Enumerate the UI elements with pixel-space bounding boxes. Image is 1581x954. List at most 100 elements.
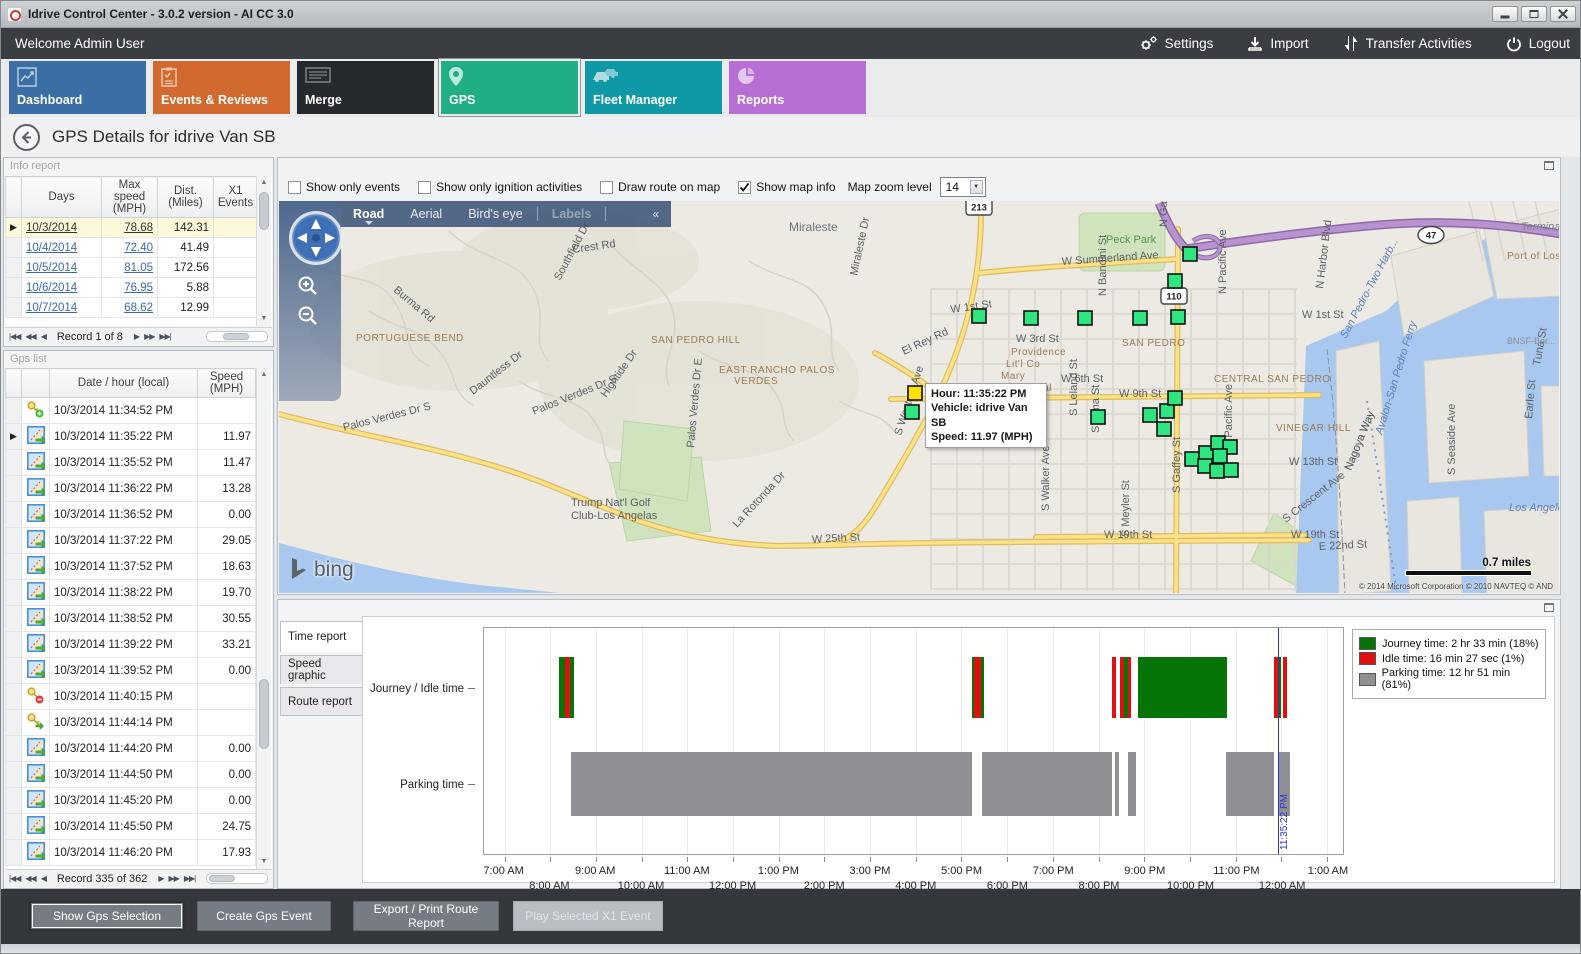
- table-row[interactable]: 10/4/201472.4041.49: [6, 238, 258, 258]
- maximize-button[interactable]: [1521, 6, 1547, 22]
- gps-marker[interactable]: [1160, 404, 1174, 418]
- map-zoom-out-button[interactable]: [293, 301, 323, 331]
- table-row[interactable]: 10/3/2014 11:38:22 PM19.70: [6, 580, 256, 606]
- table-row[interactable]: 10/3/2014 11:37:52 PM18.63: [6, 554, 256, 580]
- gps-marker[interactable]: [1168, 391, 1182, 405]
- topbar-action-settings[interactable]: Settings: [1139, 35, 1214, 52]
- topbar-action-import[interactable]: Import: [1247, 36, 1308, 52]
- days-link[interactable]: 10/4/2014: [26, 242, 77, 254]
- table-row[interactable]: 10/3/2014 11:46:20 PM17.93: [6, 840, 256, 866]
- scroll-up-icon[interactable]: ▲: [257, 176, 271, 190]
- chart-tab-time-report[interactable]: Time report: [280, 621, 365, 652]
- table-row[interactable]: 10/3/2014 11:34:52 PM: [6, 398, 256, 424]
- panel-collapse-icon[interactable]: [1544, 603, 1554, 612]
- max-speed-link[interactable]: 78.68: [124, 222, 153, 234]
- max-speed-link[interactable]: 81.05: [124, 262, 153, 274]
- map-style-aerial[interactable]: Aerial: [410, 207, 442, 221]
- checkbox-draw-route-on-map[interactable]: Draw route on map: [600, 180, 720, 194]
- days-cell[interactable]: 10/7/2014: [22, 298, 102, 318]
- column-header-speed-mph-[interactable]: Speed (MPH): [198, 369, 256, 398]
- table-row[interactable]: 10/6/201476.955.88: [6, 278, 258, 298]
- map-zoom-level-select[interactable]: 14▼: [940, 177, 986, 197]
- tab-dashboard[interactable]: Dashboard: [9, 61, 146, 114]
- days-cell[interactable]: 10/4/2014: [22, 238, 102, 258]
- pager-h-scrollbar[interactable]: [206, 331, 268, 342]
- max-speed-link[interactable]: 72.40: [124, 242, 153, 254]
- table-row[interactable]: 10/3/2014 11:45:50 PM24.75: [6, 814, 256, 840]
- max-speed-cell[interactable]: 68.62: [102, 298, 158, 318]
- pager-first-icon[interactable]: |◀◀: [9, 332, 20, 341]
- gps-marker[interactable]: [1168, 274, 1182, 288]
- table-row[interactable]: ▶10/3/201478.68142.31: [6, 218, 258, 238]
- tab-merge[interactable]: Merge: [297, 61, 434, 114]
- days-cell[interactable]: 10/6/2014: [22, 278, 102, 298]
- pager-next-page-icon[interactable]: ▶▶: [144, 332, 154, 341]
- button-show-gps-selection[interactable]: Show Gps Selection: [29, 901, 185, 931]
- table-row[interactable]: 10/3/2014 11:44:14 PM: [6, 710, 256, 736]
- close-button[interactable]: [1550, 6, 1576, 22]
- gps-marker[interactable]: [1224, 463, 1238, 477]
- pager-prev-page-icon[interactable]: ◀◀: [25, 332, 35, 341]
- table-row[interactable]: 10/3/2014 11:36:52 PM0.00: [6, 502, 256, 528]
- pager-next-icon[interactable]: ▶: [134, 332, 139, 341]
- checkbox-show-map-info[interactable]: Show map info: [738, 180, 835, 194]
- table-row[interactable]: 10/7/201468.6212.99: [6, 298, 258, 318]
- days-cell[interactable]: 10/5/2014: [22, 258, 102, 278]
- button-create-gps-event[interactable]: Create Gps Event: [197, 901, 331, 931]
- pager-first-icon[interactable]: |◀◀: [9, 874, 20, 883]
- days-link[interactable]: 10/6/2014: [26, 282, 77, 294]
- table-row[interactable]: 10/3/2014 11:37:22 PM29.05: [6, 528, 256, 554]
- max-speed-link[interactable]: 68.62: [124, 302, 153, 314]
- back-button[interactable]: [13, 124, 40, 151]
- chevron-down-icon[interactable]: ▼: [970, 180, 983, 194]
- max-speed-link[interactable]: 76.95: [124, 282, 153, 294]
- pager-last-icon[interactable]: ▶▶|: [159, 332, 170, 341]
- selected-gps-marker[interactable]: [908, 386, 922, 400]
- tab-reports[interactable]: Reports: [729, 61, 866, 114]
- table-row[interactable]: 10/5/201481.05172.56: [6, 258, 258, 278]
- pager-prev-icon[interactable]: ◀: [41, 874, 46, 883]
- checkbox-box-icon[interactable]: [600, 181, 613, 194]
- tab-gps[interactable]: GPS: [441, 61, 578, 114]
- checkbox-box-icon[interactable]: [418, 181, 431, 194]
- checkbox-show-only-ignition-activities[interactable]: Show only ignition activities: [418, 180, 582, 194]
- info-report-scrollbar[interactable]: ▲ ▼: [256, 176, 271, 326]
- max-speed-cell[interactable]: 78.68: [102, 218, 158, 238]
- panel-collapse-icon[interactable]: [1544, 161, 1554, 170]
- chart-plot-area[interactable]: 11:35:22 PM: [483, 627, 1344, 855]
- days-cell[interactable]: 10/3/2014: [22, 218, 102, 238]
- gps-marker[interactable]: [1185, 452, 1199, 466]
- pager-next-icon[interactable]: ▶: [158, 874, 163, 883]
- column-header-date-hour-local-[interactable]: Date / hour (local): [50, 369, 198, 398]
- map-style-labels[interactable]: Labels: [552, 207, 592, 221]
- scroll-down-icon[interactable]: ▼: [257, 855, 271, 869]
- topbar-action-transfer-activities[interactable]: Transfer Activities: [1343, 35, 1472, 52]
- map-style-collapse-button[interactable]: «: [652, 207, 659, 221]
- map-style-bird-s-eye[interactable]: Bird's eye: [468, 207, 523, 221]
- days-link[interactable]: 10/7/2014: [26, 302, 77, 314]
- table-row[interactable]: 10/3/2014 11:39:52 PM0.00: [6, 658, 256, 684]
- table-row[interactable]: 10/3/2014 11:44:20 PM0.00: [6, 736, 256, 762]
- pager-h-scrollbar[interactable]: [206, 873, 268, 884]
- pager-last-icon[interactable]: ▶▶|: [184, 874, 195, 883]
- gps-marker[interactable]: [1078, 311, 1092, 325]
- checkbox-box-icon[interactable]: [288, 181, 301, 194]
- checkbox-show-only-events[interactable]: Show only events: [288, 180, 400, 194]
- gps-marker[interactable]: [1183, 247, 1197, 261]
- max-speed-cell[interactable]: 81.05: [102, 258, 158, 278]
- gps-marker[interactable]: [1143, 408, 1157, 422]
- table-row[interactable]: 10/3/2014 11:45:20 PM0.00: [6, 788, 256, 814]
- table-row[interactable]: 10/3/2014 11:44:50 PM0.00: [6, 762, 256, 788]
- gps-marker[interactable]: [1133, 311, 1147, 325]
- gps-marker[interactable]: [1210, 464, 1224, 478]
- map-canvas[interactable]: MiralesteCrest RdBurma RdSouthfield DrMi…: [279, 201, 1559, 593]
- gps-marker[interactable]: [1171, 310, 1185, 324]
- map-style-road[interactable]: Road: [353, 207, 384, 221]
- pager-prev-page-icon[interactable]: ◀◀: [25, 874, 35, 883]
- days-link[interactable]: 10/3/2014: [26, 222, 77, 234]
- max-speed-cell[interactable]: 76.95: [102, 278, 158, 298]
- map-compass[interactable]: [287, 209, 345, 267]
- gps-marker[interactable]: [1024, 311, 1038, 325]
- tab-events-reviews[interactable]: Events & Reviews: [153, 61, 290, 114]
- column-header-days[interactable]: Days: [22, 177, 102, 218]
